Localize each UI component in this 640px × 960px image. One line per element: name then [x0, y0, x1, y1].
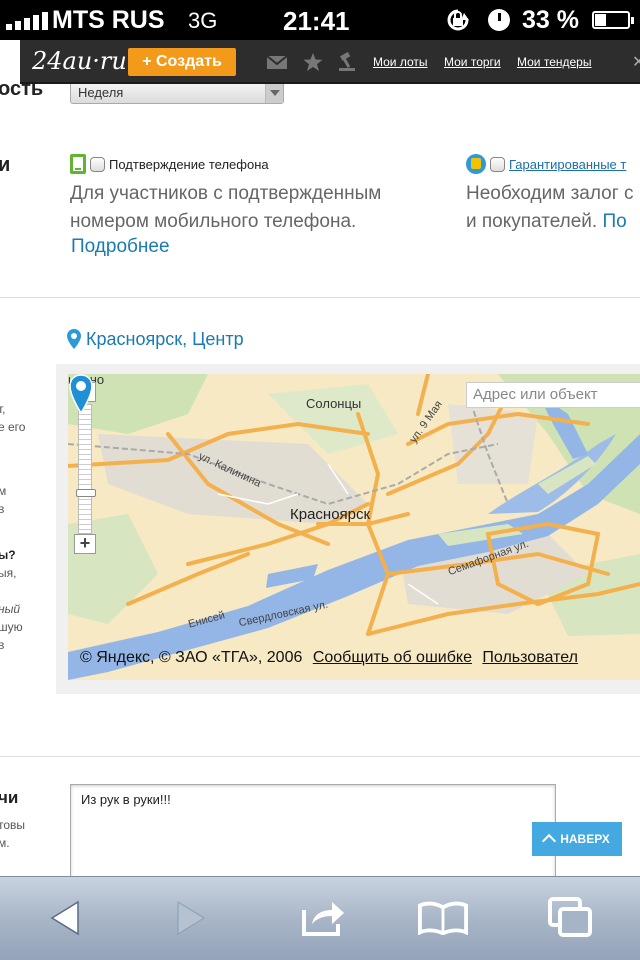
my-lots-link[interactable]: Мои лоты — [373, 55, 428, 69]
share-icon[interactable] — [298, 895, 348, 941]
map[interactable]: инино Солонцы Красноярск ул. 9 Мая ул. К… — [68, 374, 640, 680]
guaranteed-description: Необходим залог с и покупателей. По — [466, 180, 633, 236]
description-line: и покупателей. По — [466, 208, 633, 236]
description-textarea[interactable]: Из рук в руки!!! — [70, 784, 556, 876]
alarm-icon — [488, 9, 510, 31]
left-text-fragment: товы — [0, 818, 26, 832]
network-type: 3G — [188, 8, 218, 33]
location-pin-icon — [67, 329, 81, 349]
map-report-error-link[interactable]: Сообщить об ошибке — [313, 649, 472, 666]
gavel-icon[interactable] — [336, 52, 358, 72]
period-select-value: Неделя — [78, 85, 124, 100]
map-tiles — [68, 374, 640, 680]
page-content: ость Неделя и Подтверждение телефона Для… — [0, 84, 640, 876]
guaranteed-label[interactable]: Гарантированные т — [509, 157, 626, 172]
my-tenders-link[interactable]: Мои тендеры — [517, 55, 591, 69]
create-button[interactable]: + Создать — [128, 48, 236, 76]
guaranteed-checkbox[interactable] — [490, 156, 505, 172]
site-header: 24au·ru + Создать Мои лоты Мои торги Мои… — [20, 40, 640, 84]
phone-confirm-description: Для участников с подтвержденным номером … — [70, 180, 381, 236]
battery-icon — [592, 11, 634, 29]
map-copyright-text: © Яндекс, © ЗАО «ТГА», 2006 — [80, 649, 303, 666]
rotation-lock-icon — [447, 9, 469, 31]
guaranteed-more-link[interactable]: По — [602, 211, 626, 232]
description-line: Необходим залог с — [466, 183, 634, 204]
phone-confirm-option: Подтверждение телефона — [70, 154, 269, 174]
map-terms-link[interactable]: Пользовател — [482, 649, 578, 666]
star-icon[interactable] — [302, 52, 324, 72]
map-container: инино Солонцы Красноярск ул. 9 Мая ул. К… — [56, 364, 640, 694]
location-text[interactable]: Красноярск, Центр — [86, 329, 244, 350]
chevron-down-icon — [265, 84, 283, 103]
map-label: Солонцы — [306, 396, 362, 411]
phone-confirm-checkbox[interactable] — [90, 156, 105, 172]
bookmarks-icon[interactable] — [418, 895, 468, 941]
map-search-input[interactable]: Адрес или объект — [466, 382, 640, 408]
description-text: и покупателей. — [466, 211, 598, 232]
carrier-name: MTS RUS — [52, 6, 165, 34]
phone-confirm-label[interactable]: Подтверждение телефона — [109, 157, 269, 172]
description-line: номером мобильного телефона. — [70, 211, 357, 232]
divider — [0, 756, 640, 757]
guaranteed-option: Гарантированные т — [466, 154, 626, 174]
left-text-fragment: т, — [0, 402, 6, 416]
left-text-fragment: м — [0, 484, 7, 498]
back-arrow-icon[interactable] — [40, 895, 90, 941]
left-label-fragment: и — [0, 154, 11, 176]
status-bar: MTS RUS 3G 21:41 33 % — [0, 0, 640, 40]
zoom-slider[interactable] — [76, 404, 96, 534]
battery-percent: 33 % — [522, 6, 579, 34]
left-text-fragment: е его — [0, 420, 26, 434]
description-line: Для участников с подтвержденным — [70, 183, 382, 204]
zoom-slider-thumb[interactable] — [76, 489, 96, 497]
forward-arrow-icon[interactable] — [166, 895, 216, 941]
left-text-fragment: ный — [0, 602, 21, 616]
clock: 21:41 — [283, 6, 350, 36]
left-text-fragment: в — [0, 502, 5, 516]
map-label-city: Красноярск — [290, 506, 371, 523]
phone-more-link[interactable]: Подробнее — [71, 236, 170, 258]
map-copyright: © Яндекс, © ЗАО «ТГА», 2006 Сообщить об … — [68, 636, 640, 680]
left-label-fragment: чи — [0, 788, 19, 807]
coins-icon — [466, 154, 486, 174]
period-select[interactable]: Неделя — [70, 84, 284, 104]
phone-icon — [70, 154, 86, 174]
scroll-top-label: НАВЕРХ — [560, 832, 610, 846]
signal-icon — [6, 12, 48, 30]
mail-icon[interactable] — [266, 52, 288, 72]
chevron-up-icon — [542, 833, 557, 849]
left-text-fragment: ы? — [0, 548, 16, 562]
left-text-fragment: ыя, — [0, 566, 17, 580]
site-logo[interactable]: 24au·ru — [32, 47, 127, 75]
left-text-fragment: м. — [0, 836, 10, 850]
left-text-fragment: шую — [0, 620, 23, 634]
zoom-in-button[interactable]: + — [74, 534, 96, 554]
tabs-icon[interactable] — [546, 895, 596, 941]
map-marker-icon[interactable] — [68, 374, 94, 414]
left-label-fragment: ость — [0, 84, 44, 100]
divider — [0, 297, 640, 298]
browser-toolbar — [0, 876, 640, 960]
location: Красноярск, Центр — [66, 328, 244, 350]
left-text-fragment: в — [0, 638, 5, 652]
close-icon[interactable]: ✕ — [632, 52, 640, 72]
scroll-top-button[interactable]: НАВЕРХ — [532, 822, 622, 856]
my-bids-link[interactable]: Мои торги — [444, 55, 501, 69]
screen: MTS RUS 3G 21:41 33 % 24au·ru + Создать … — [0, 0, 640, 960]
